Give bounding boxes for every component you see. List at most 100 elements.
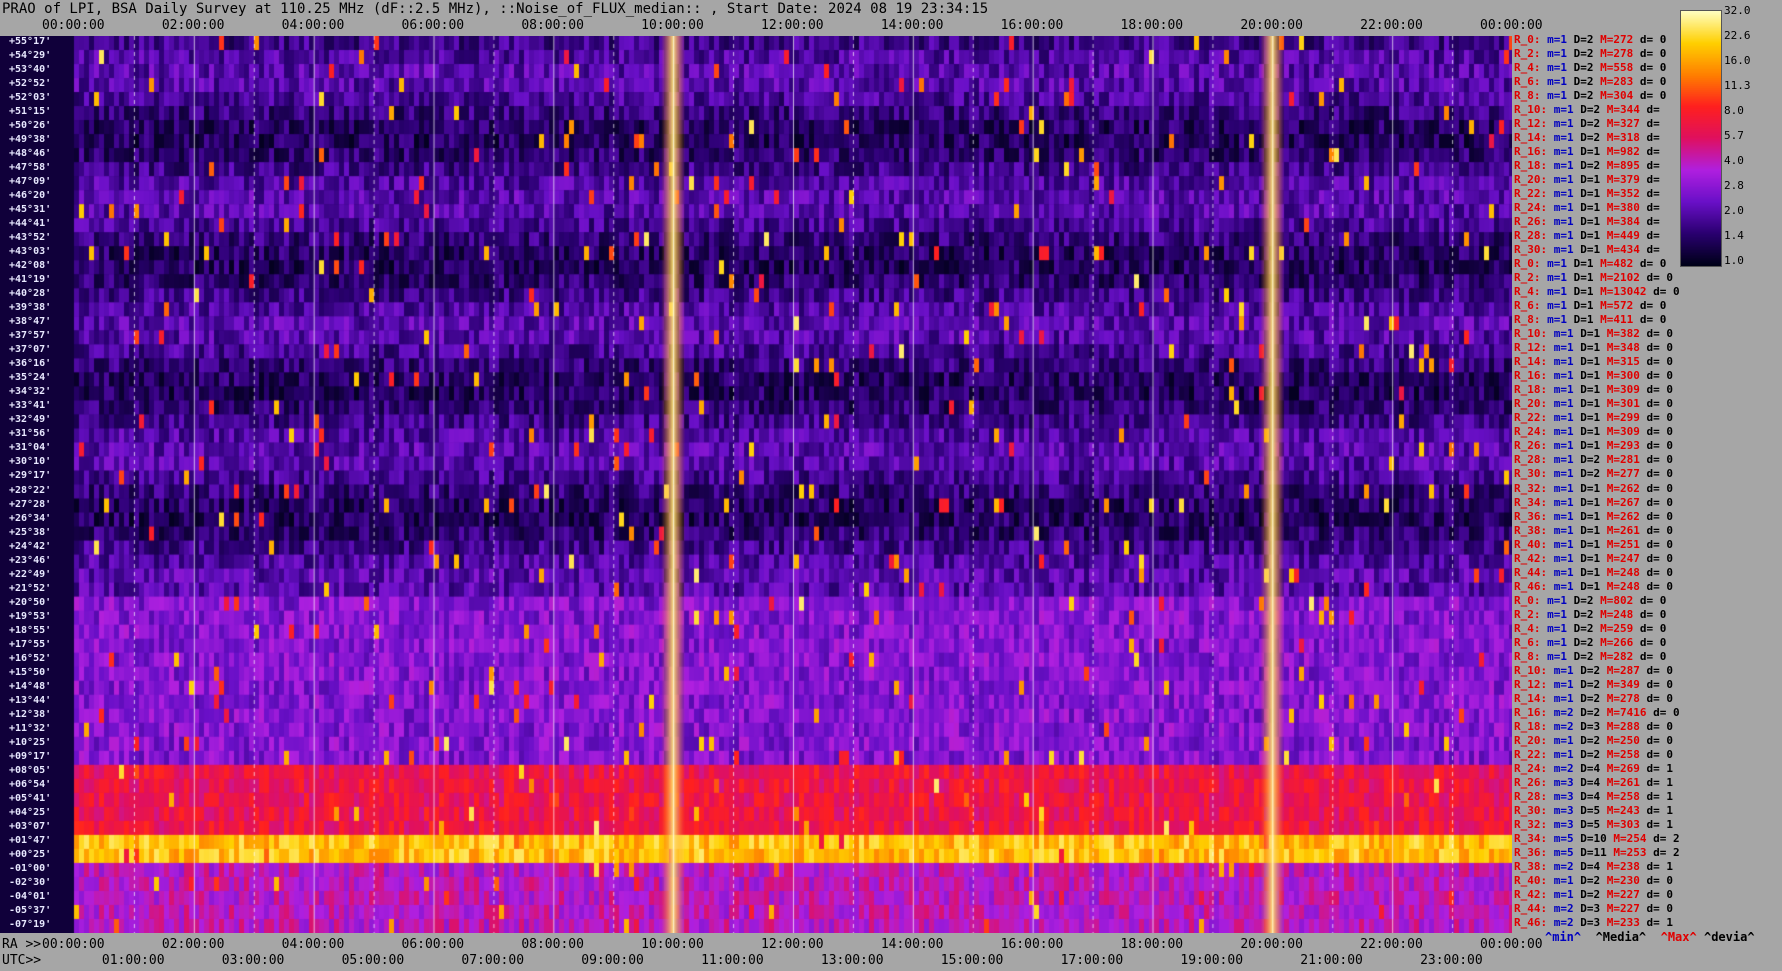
heatmap-plot	[0, 36, 1512, 933]
row-stat-dd: D=1	[1580, 327, 1607, 341]
row-stat-line: R_42: m=1 D=2 M=227 d= 0	[1514, 888, 1673, 901]
row-stat-line: R_22: m=1 D=1 M=352 d=	[1514, 188, 1660, 200]
row-stat-dd: D=2	[1573, 75, 1601, 89]
row-stat-mx: M=299	[1606, 411, 1647, 425]
row-stat-dd: D=1	[1580, 383, 1607, 397]
row-stat-rnm: R_12:	[1514, 677, 1554, 691]
declination-label: +44°41'	[9, 218, 52, 230]
row-stat-line: R_30: m=1 D=2 M=277 d= 0	[1514, 468, 1673, 480]
row-stat-dv: d= 0	[1646, 327, 1674, 341]
declination-label: +39°38'	[9, 302, 52, 314]
row-stat-rnm: R_40:	[1514, 537, 1554, 551]
row-stat-line: R_34: m=1 D=1 M=267 d= 0	[1514, 495, 1673, 509]
row-stat-mm: m=3	[1553, 775, 1581, 789]
row-stat-rnm: R_2:	[1514, 607, 1548, 621]
stats-legend: ^min^ ^Media^ ^Max^ ^devia^	[1545, 930, 1755, 944]
row-stat-line: R_20: m=1 D=1 M=301 d= 0	[1514, 398, 1673, 410]
top-time-label: 20:00:00	[1240, 18, 1303, 33]
row-stat-line: R_8: m=1 D=2 M=282 d= 0	[1514, 649, 1666, 663]
ra-time-label: 00:00:00	[1480, 937, 1543, 952]
row-stat-dv: d=	[1646, 103, 1660, 117]
row-stat-mm: m=1	[1553, 397, 1581, 411]
ra-time-label: 18:00:00	[1120, 937, 1184, 952]
row-stat-mm: m=1	[1553, 131, 1581, 145]
row-stat-dv: d= 0	[1646, 565, 1674, 579]
row-stat-mx: M=309	[1606, 425, 1647, 439]
row-stat-line: R_12: m=1 D=2 M=327 d=	[1514, 118, 1660, 130]
row-stat-dd: D=1	[1580, 243, 1607, 257]
ra-time-label: 06:00:00	[401, 937, 465, 952]
declination-label: +36°16'	[9, 358, 52, 370]
row-stat-dv: d=	[1646, 131, 1660, 145]
row-stat-dd: D=2	[1573, 621, 1601, 635]
row-stat-mm: m=1	[1547, 285, 1574, 299]
declination-label: +28°22'	[9, 484, 52, 496]
utc-time-label: 01:00:00	[101, 953, 165, 968]
row-stat-dd: D=2	[1573, 593, 1601, 607]
row-stat-line: R_10: m=1 D=1 M=382 d= 0	[1514, 328, 1673, 340]
row-stat-dd: D=1	[1580, 411, 1607, 425]
row-stat-mx: M=344	[1606, 103, 1647, 117]
row-stat-dv: d= 0	[1639, 89, 1667, 103]
row-stat-mm: m=1	[1553, 481, 1581, 495]
row-stat-dd: D=10	[1580, 831, 1614, 845]
declination-label: +00°25'	[9, 848, 52, 860]
row-stat-mx: M=247	[1606, 551, 1647, 565]
row-stat-line: R_6: m=1 D=1 M=572 d= 0	[1514, 300, 1666, 312]
row-stat-rnm: R_28:	[1514, 229, 1554, 243]
row-stat-mx: M=262	[1606, 481, 1647, 495]
row-stat-dd: D=1	[1580, 579, 1607, 593]
declination-label: +33°41'	[9, 400, 52, 412]
row-stat-line: R_10: m=1 D=2 M=287 d= 0	[1514, 664, 1673, 677]
row-stat-line: R_20: m=1 D=1 M=379 d=	[1514, 174, 1660, 186]
row-stat-rnm: R_22:	[1514, 747, 1554, 761]
row-stat-mx: M=382	[1606, 327, 1647, 341]
declination-label: +43°52'	[9, 232, 52, 244]
top-time-label: 14:00:00	[880, 18, 944, 33]
declination-label: +41°19'	[9, 274, 52, 286]
declination-label: -02°30'	[9, 876, 52, 888]
row-stat-rnm: R_26:	[1514, 439, 1554, 453]
row-stat-dd: D=1	[1580, 495, 1607, 509]
row-stat-rnm: R_28:	[1514, 453, 1554, 467]
declination-label: +19°53'	[9, 610, 52, 622]
row-stat-line: R_26: m=1 D=1 M=293 d= 0	[1514, 440, 1673, 452]
row-stat-mx: M=259	[1600, 621, 1640, 635]
declination-label: +11°32'	[9, 722, 52, 734]
declination-label: +43°03'	[9, 246, 52, 258]
row-stat-dv: d= 0	[1646, 425, 1674, 439]
row-stat-mx: M=250	[1606, 733, 1647, 747]
row-stat-dv: d= 0	[1646, 341, 1674, 355]
row-stat-mm: m=1	[1553, 495, 1581, 509]
row-stat-dd: D=4	[1580, 775, 1607, 789]
row-stat-dv: d= 0	[1646, 397, 1674, 411]
row-stat-dv: d= 0	[1646, 271, 1673, 285]
row-stat-dv: d= 0	[1646, 551, 1674, 565]
declination-label: +40°28'	[9, 288, 52, 300]
row-stat-mx: M=258	[1606, 747, 1647, 761]
row-stat-line: R_4: m=1 D=2 M=558 d= 0	[1514, 62, 1666, 74]
row-stat-line: R_26: m=3 D=4 M=261 d= 1	[1514, 775, 1673, 789]
row-stat-mx: M=327	[1606, 117, 1647, 131]
row-stat-mx: M=251	[1606, 537, 1647, 551]
row-stat-rnm: R_12:	[1514, 117, 1554, 131]
declination-label: +55°17'	[9, 36, 52, 47]
row-stat-rnm: R_8:	[1514, 649, 1548, 663]
row-stat-mx: M=281	[1606, 453, 1647, 467]
row-stat-mx: M=230	[1606, 873, 1647, 887]
declination-label: +47°09'	[9, 176, 52, 188]
row-stat-dv: d= 1	[1646, 803, 1674, 817]
row-stat-mm: m=3	[1553, 817, 1581, 831]
declination-axis: +55°17' +54°29' +53°40' +52°52' +52°03' +51°1…	[9, 36, 69, 933]
declination-label: +53°40'	[9, 64, 52, 76]
row-stat-dd: D=4	[1580, 761, 1607, 775]
row-stat-dd: D=2	[1573, 61, 1601, 75]
row-stat-mm: m=1	[1553, 327, 1581, 341]
ra-time-label: 08:00:00	[521, 937, 584, 952]
declination-label: +52°03'	[9, 92, 52, 104]
row-stat-dv: d=	[1646, 159, 1660, 173]
row-stat-mm: m=1	[1547, 593, 1574, 607]
row-stat-dv: d= 0	[1646, 901, 1674, 915]
declination-label: +18°55'	[9, 624, 52, 636]
row-stat-dv: d= 1	[1646, 817, 1674, 831]
